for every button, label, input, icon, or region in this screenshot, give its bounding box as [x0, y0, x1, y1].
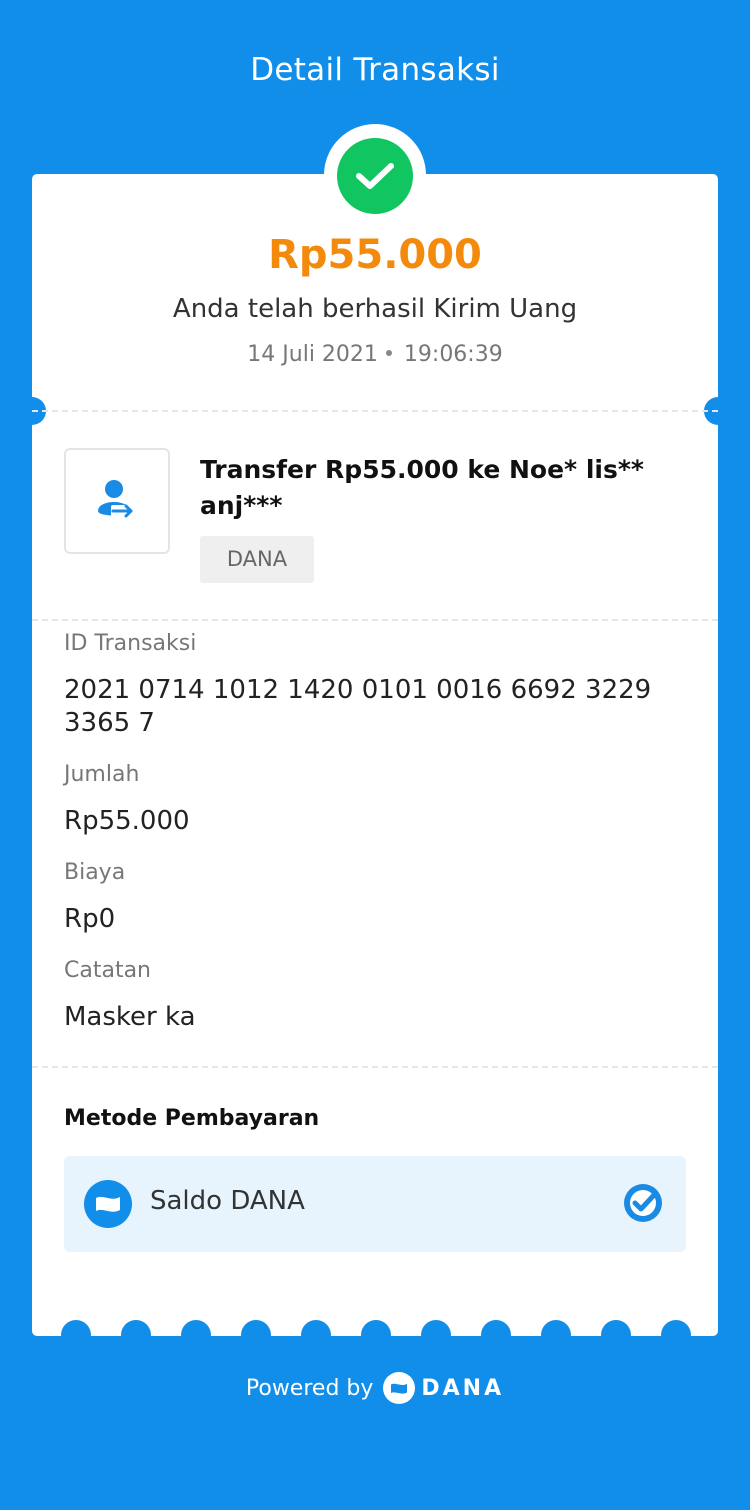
ticket-scallop [181, 1320, 211, 1350]
transaction-title: Transfer Rp55.000 ke Noe* lis** anj*** [200, 455, 644, 520]
transaction-date: 14 Juli 2021 [247, 342, 378, 367]
ticket-scallop [61, 1320, 91, 1350]
ticket-scallop [361, 1320, 391, 1350]
value-transaction-id: 2021 0714 1012 1420 0101 0016 6692 3229 … [64, 675, 652, 738]
check-circle-icon [337, 138, 413, 214]
check-badge-icon [624, 1184, 662, 1222]
divider [32, 1066, 718, 1068]
value-note: Masker ka [64, 1002, 196, 1032]
label-amount: Jumlah [64, 762, 140, 787]
label-note: Catatan [64, 958, 152, 983]
success-message: Anda telah berhasil Kirim Uang [172, 294, 578, 324]
wallet-tag: DANA [200, 536, 314, 583]
ticket-scallop [661, 1320, 691, 1350]
dana-logo-text: DANA [421, 1375, 505, 1401]
ticket-scallop [301, 1320, 331, 1350]
user-transfer-icon [64, 448, 170, 554]
label-fee: Biaya [64, 860, 126, 885]
ticket-scallop [121, 1320, 151, 1350]
transaction-time: 19:06:39 [403, 342, 503, 367]
value-fee: Rp0 [64, 904, 116, 934]
ticket-scallop [541, 1320, 571, 1350]
ticket-scallop [241, 1320, 271, 1350]
dana-wallet-icon [84, 1180, 132, 1228]
label-transaction-id: ID Transaksi [64, 631, 197, 656]
payment-method-label: Saldo DANA [150, 1186, 305, 1216]
ticket-scallop [421, 1320, 451, 1350]
dana-logo-icon [383, 1372, 416, 1404]
divider [32, 619, 718, 621]
transaction-amount: Rp55.000 [268, 232, 482, 278]
page-title: Detail Transaksi [250, 52, 500, 88]
payment-method-title: Metode Pembayaran [64, 1106, 320, 1131]
ticket-edge [32, 1320, 718, 1350]
powered-by-text: Powered by [245, 1375, 374, 1401]
ticket-scallop [601, 1320, 631, 1350]
payment-method-option[interactable]: Saldo DANA [64, 1156, 686, 1252]
value-amount: Rp55.000 [64, 806, 190, 836]
separator-dot [385, 350, 392, 356]
transaction-datetime: 14 Juli 2021 19:06:39 [0, 342, 750, 367]
ticket-scallop [481, 1320, 511, 1350]
divider [32, 410, 718, 412]
powered-by-footer: Powered by DANA [0, 1372, 750, 1404]
